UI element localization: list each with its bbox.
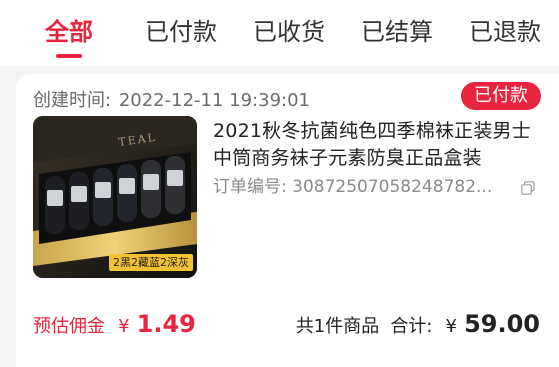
- total-currency: ¥: [445, 316, 457, 337]
- order-total: 共1件商品 合计: ¥ 59.00: [296, 310, 540, 338]
- status-badge: 已付款: [461, 82, 541, 110]
- tab-all-label: 全部: [45, 18, 93, 46]
- commission-amount: 1.49: [136, 310, 196, 338]
- tab-received-label: 已收货: [253, 18, 325, 46]
- created-time-label: 创建时间:: [33, 90, 112, 111]
- tab-refunded[interactable]: 已退款: [469, 16, 541, 48]
- tab-settled[interactable]: 已结算: [361, 16, 433, 48]
- commission-label: 预估佣金: [33, 316, 105, 337]
- active-tab-indicator: [56, 54, 82, 58]
- tab-received[interactable]: 已收货: [253, 16, 325, 48]
- copy-icon[interactable]: [521, 181, 535, 195]
- tab-paid-label: 已付款: [145, 18, 217, 46]
- total-label: 合计:: [390, 316, 433, 337]
- order-tabs: 全部 已付款 已收货 已结算 已退款: [0, 0, 559, 66]
- product-image[interactable]: TEAL 2黑2藏蓝2深灰: [33, 116, 197, 278]
- order-number-row: 订单编号: 30872507058248782...: [213, 174, 543, 200]
- product-title[interactable]: 2021秋冬抗菌纯色四季棉袜正装男士中筒商务袜子元素防臭正品盒装: [213, 118, 543, 172]
- order-card[interactable]: 创建时间: 2022-12-11 19:39:01 已付款 TEAL 2黑2藏蓝…: [16, 74, 559, 367]
- order-number-label: 订单编号:: [213, 177, 287, 197]
- tab-refunded-label: 已退款: [469, 18, 541, 46]
- order-number-value: 30872507058248782...: [292, 177, 493, 197]
- total-amount: 59.00: [464, 310, 540, 338]
- created-time-row: 创建时间: 2022-12-11 19:39:01: [33, 86, 310, 112]
- tab-paid[interactable]: 已付款: [145, 16, 217, 48]
- product-variant-tag: 2黑2藏蓝2深灰: [109, 254, 193, 271]
- estimated-commission: 预估佣金 ¥ 1.49: [33, 310, 196, 338]
- tab-settled-label: 已结算: [361, 18, 433, 46]
- created-time-value: 2022-12-11 19:39:01: [118, 90, 310, 111]
- tab-all[interactable]: 全部: [45, 16, 93, 58]
- commission-currency: ¥: [118, 316, 130, 337]
- item-count: 共1件商品: [295, 316, 380, 337]
